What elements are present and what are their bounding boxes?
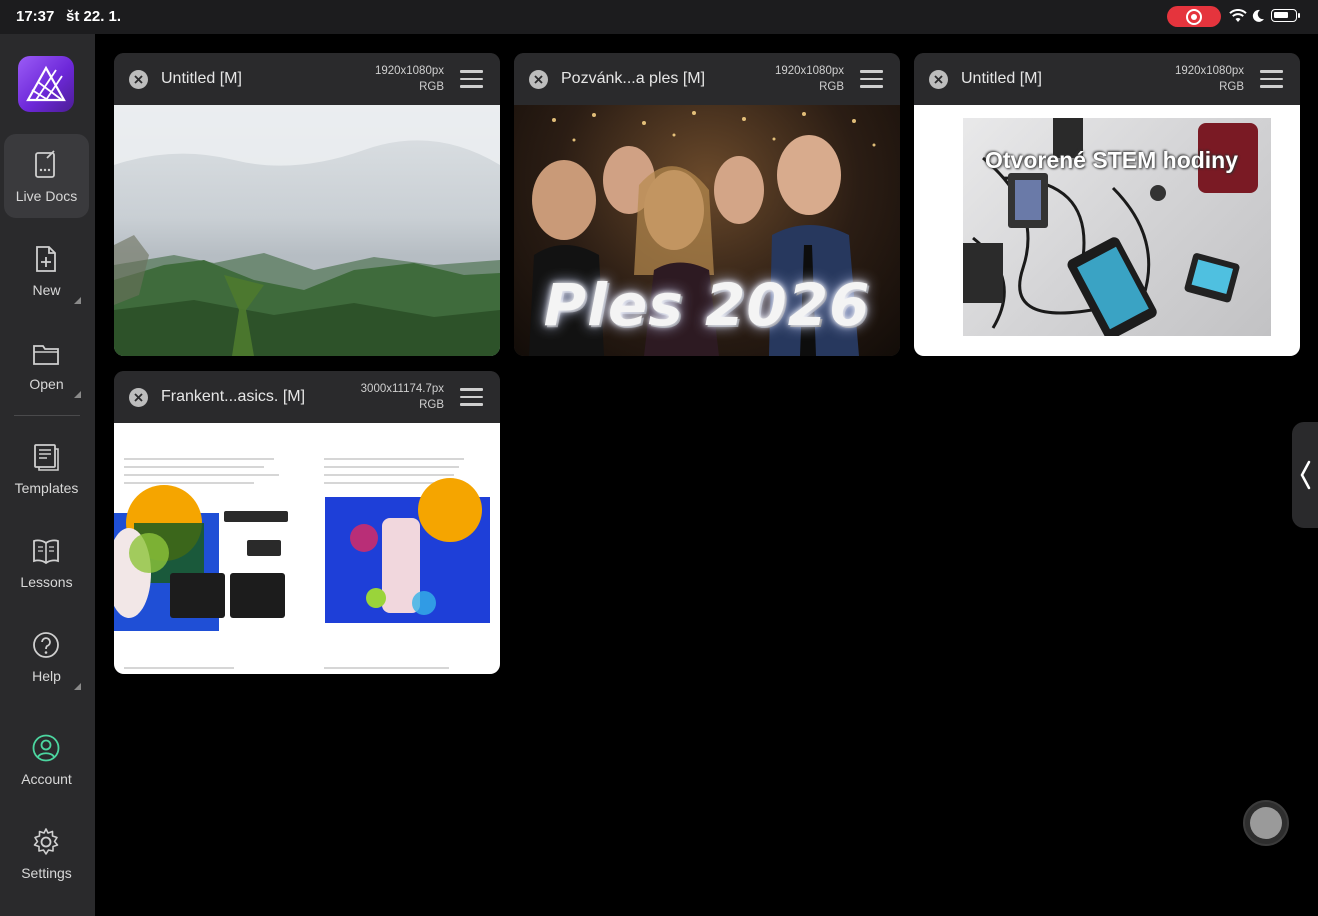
sidebar: Live Docs New Open Templates Lessons Hel… <box>0 34 95 916</box>
close-icon <box>134 393 143 402</box>
document-title: Untitled [M] <box>161 70 242 87</box>
document-card-header: Untitled [M] 1920x1080px RGB <box>914 53 1300 105</box>
thumbnail-text: Ples 2026 <box>543 271 871 339</box>
document-color-mode: RGB <box>419 399 444 411</box>
sidebar-divider <box>14 415 80 416</box>
document-card[interactable]: Pozvánk...a ples [M] 1920x1080px RGB Ple… <box>514 53 900 356</box>
help-icon <box>33 632 59 658</box>
sidebar-item-label: Account <box>21 771 72 787</box>
document-menu-button[interactable] <box>860 70 883 88</box>
document-title: Frankent...asics. [M] <box>161 388 306 405</box>
sidebar-item-label: Templates <box>14 480 79 496</box>
sidebar-item-settings[interactable]: Settings <box>4 811 89 895</box>
close-document-button[interactable] <box>529 70 548 89</box>
document-info: 1920x1080px RGB <box>1175 63 1244 95</box>
document-menu-button[interactable] <box>460 70 483 88</box>
document-thumbnail[interactable] <box>114 105 500 356</box>
status-date: št 22. 1. <box>66 8 122 25</box>
document-thumbnail[interactable]: Ples 2026 <box>514 105 900 356</box>
assistive-touch-button[interactable] <box>1243 800 1289 846</box>
document-dimensions: 3000x11174.7px <box>360 383 444 395</box>
sidebar-item-live-docs[interactable]: Live Docs <box>4 134 89 218</box>
sidebar-item-label: Open <box>29 376 64 392</box>
panel-collapse-tab[interactable] <box>1292 422 1318 528</box>
document-dimensions: 1920x1080px <box>374 65 444 77</box>
sidebar-item-label: Settings <box>21 865 72 881</box>
wifi-icon <box>1229 9 1247 22</box>
moon-icon <box>1252 9 1264 22</box>
folder-icon <box>33 345 59 365</box>
document-card-header: Pozvánk...a ples [M] 1920x1080px RGB <box>514 53 900 105</box>
document-menu-button[interactable] <box>460 388 483 406</box>
document-thumbnail[interactable]: Otvorené STEM hodiny <box>914 105 1300 356</box>
document-card[interactable]: Untitled [M] 1920x1080px RGB Otvorené ST <box>914 53 1300 356</box>
gear-icon <box>33 828 59 855</box>
screen-recording-indicator[interactable] <box>1167 6 1221 27</box>
sidebar-item-open[interactable]: Open <box>4 322 89 406</box>
sidebar-item-label: Help <box>32 668 61 684</box>
sidebar-item-account[interactable]: Account <box>4 717 89 801</box>
document-dimensions: 1920x1080px <box>774 65 844 77</box>
document-color-mode: RGB <box>419 81 444 93</box>
status-bar: 17:37 št 22. 1. <box>0 0 1318 34</box>
sidebar-item-label: Lessons <box>20 574 73 590</box>
sidebar-item-new[interactable]: New <box>4 228 89 312</box>
document-title: Untitled [M] <box>961 70 1042 87</box>
live-docs-icon <box>35 150 55 178</box>
status-time: 17:37 <box>16 8 55 25</box>
account-icon <box>32 734 60 762</box>
document-card-header: Untitled [M] 1920x1080px RGB <box>114 53 500 105</box>
sidebar-item-label: New <box>32 282 61 298</box>
sidebar-item-lessons[interactable]: Lessons <box>4 520 89 604</box>
document-menu-button[interactable] <box>1260 70 1283 88</box>
sidebar-item-help[interactable]: Help <box>4 614 89 698</box>
document-card-header: Frankent...asics. [M] 3000x11174.7px RGB <box>114 371 500 423</box>
close-document-button[interactable] <box>129 70 148 89</box>
document-color-mode: RGB <box>1219 81 1244 93</box>
document-title: Pozvánk...a ples [M] <box>561 70 706 87</box>
thumbnail-text: Otvorené STEM hodiny <box>985 147 1239 173</box>
close-document-button[interactable] <box>929 70 948 89</box>
close-document-button[interactable] <box>129 388 148 407</box>
templates-icon <box>34 444 59 471</box>
close-icon <box>534 75 543 84</box>
battery-icon <box>1271 9 1300 22</box>
document-info: 3000x11174.7px RGB <box>361 381 444 413</box>
sidebar-item-templates[interactable]: Templates <box>4 426 89 510</box>
document-card[interactable]: Frankent...asics. [M] 3000x11174.7px RGB <box>114 371 500 674</box>
close-icon <box>934 75 943 84</box>
document-card[interactable]: Untitled [M] 1920x1080px RGB <box>114 53 500 356</box>
new-document-icon <box>36 246 56 272</box>
book-icon <box>33 539 59 565</box>
document-info: 1920x1080px RGB <box>375 63 444 95</box>
sidebar-item-label: Live Docs <box>15 188 78 204</box>
document-color-mode: RGB <box>819 81 844 93</box>
chevron-left-icon <box>1300 460 1311 490</box>
affinity-photo-logo <box>18 56 74 112</box>
close-icon <box>134 75 143 84</box>
document-info: 1920x1080px RGB <box>775 63 844 95</box>
document-thumbnail[interactable] <box>114 423 500 674</box>
document-dimensions: 1920x1080px <box>1174 65 1244 77</box>
